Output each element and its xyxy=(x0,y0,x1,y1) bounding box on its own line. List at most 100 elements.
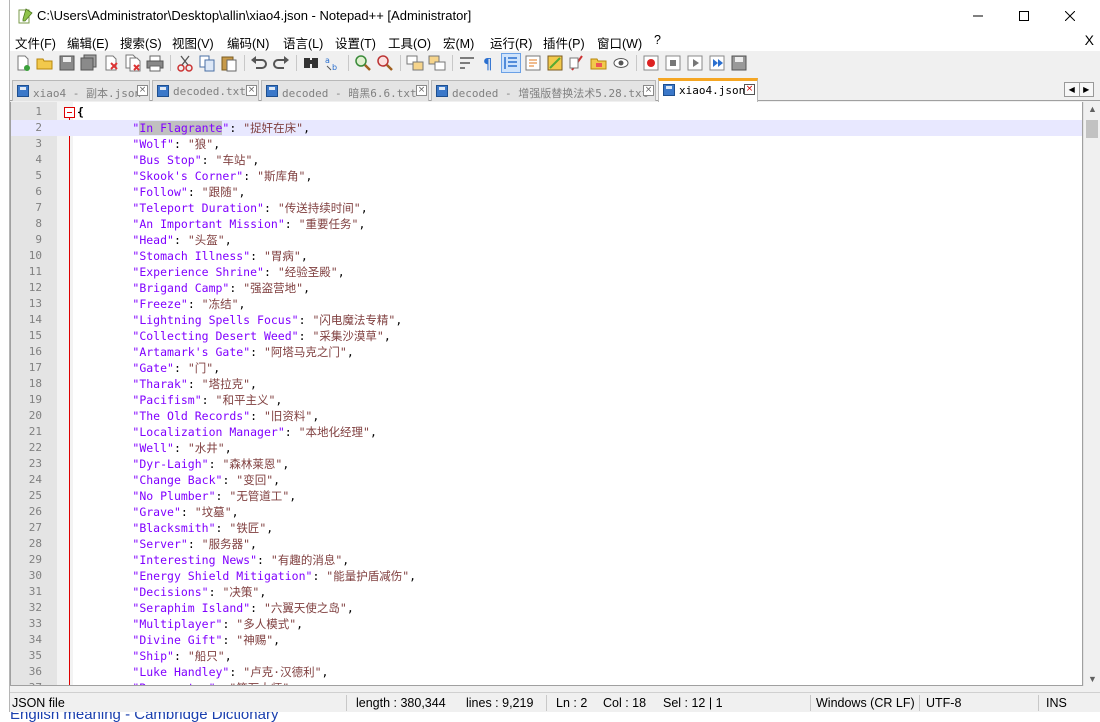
indent-guide-icon[interactable] xyxy=(501,53,521,73)
tab-scroll-left-icon[interactable]: ◀ xyxy=(1065,83,1079,96)
json-value: 铁匠 xyxy=(236,521,260,535)
menu-edit[interactable]: 编辑(E) xyxy=(67,33,109,52)
line-number: 8 xyxy=(35,217,42,230)
menu-window[interactable]: 窗口(W) xyxy=(597,33,642,52)
json-key: In Flagrante xyxy=(139,121,223,135)
print-icon[interactable] xyxy=(146,54,164,72)
status-line: Ln : 2 xyxy=(556,696,588,710)
user-language-icon[interactable] xyxy=(524,54,542,72)
code-text: "Ship": "船只", xyxy=(132,649,232,663)
menu-encoding[interactable]: 编码(N) xyxy=(227,33,269,52)
play-macro-icon[interactable] xyxy=(686,54,704,72)
close-all-icon[interactable] xyxy=(124,54,142,72)
menu-search[interactable]: 搜索(S) xyxy=(120,33,162,52)
code-text: "Gate": "门", xyxy=(132,361,221,375)
monitoring-icon[interactable] xyxy=(612,54,630,72)
close-button[interactable] xyxy=(1047,0,1093,31)
status-separator xyxy=(919,695,920,711)
close-file-icon[interactable] xyxy=(102,54,120,72)
menu-run[interactable]: 运行(R) xyxy=(490,33,532,52)
maximize-icon xyxy=(1019,10,1029,21)
close-document-button[interactable]: X xyxy=(1085,32,1094,48)
show-all-chars-icon[interactable]: ¶ xyxy=(480,54,498,72)
maximize-button[interactable] xyxy=(1001,0,1047,31)
folder-workspace-icon[interactable] xyxy=(590,54,608,72)
tab-decoded-dark[interactable]: decoded - 暗黑6.6.txt × xyxy=(261,80,429,101)
save-all-icon[interactable] xyxy=(80,54,98,72)
menu-plugins[interactable]: 插件(P) xyxy=(543,33,585,52)
copy-icon[interactable] xyxy=(198,54,216,72)
json-value: 阿塔马克之门 xyxy=(270,345,340,359)
function-list-icon[interactable] xyxy=(568,54,586,72)
tab-scroll-right-icon[interactable]: ▶ xyxy=(1078,83,1094,96)
status-lines: lines : 9,219 xyxy=(466,696,534,710)
json-value: 采集沙漠草 xyxy=(319,329,377,343)
cut-icon[interactable] xyxy=(176,54,194,72)
editor-line: 36 "Luke Handley": "卢克·汉德利", xyxy=(11,664,1082,680)
minimize-button[interactable] xyxy=(955,0,1001,31)
json-key: Lightning Spells Focus xyxy=(139,313,292,327)
menu-macro[interactable]: 宏(M) xyxy=(443,33,474,52)
paste-icon[interactable] xyxy=(220,54,238,72)
scroll-up-arrow-icon[interactable]: ▲ xyxy=(1088,104,1097,114)
word-wrap-icon[interactable] xyxy=(458,54,476,72)
vertical-scrollbar[interactable]: ▲ ▼ xyxy=(1083,102,1100,686)
new-file-icon[interactable] xyxy=(14,54,32,72)
tab-xiao4-copy[interactable]: xiao4 - 副本.json × xyxy=(12,80,150,101)
menu-settings[interactable]: 设置(T) xyxy=(335,33,376,52)
tab-decoded-enhanced[interactable]: decoded - 增强版替换法术5.28.txt × xyxy=(431,80,656,101)
json-key: Head xyxy=(139,233,168,247)
tab-label: xiao4.json xyxy=(679,84,746,97)
line-number: 7 xyxy=(35,201,42,214)
record-macro-icon[interactable] xyxy=(642,54,660,72)
tab-close-icon[interactable]: × xyxy=(137,85,148,96)
tab-close-icon[interactable]: × xyxy=(416,85,427,96)
menu-view[interactable]: 视图(V) xyxy=(172,33,214,52)
menu-language[interactable]: 语言(L) xyxy=(283,33,323,52)
menu-bar: 文件(F) 编辑(E) 搜索(S) 视图(V) 编码(N) 语言(L) 设置(T… xyxy=(10,31,1100,51)
status-encoding: UTF-8 xyxy=(926,696,962,710)
tab-decoded[interactable]: decoded.txt × xyxy=(152,80,259,101)
sync-horizontal-icon[interactable] xyxy=(428,54,446,72)
tab-close-icon[interactable]: × xyxy=(643,85,654,96)
find-icon[interactable] xyxy=(302,54,320,72)
json-key: Ship xyxy=(139,649,168,663)
sync-vertical-icon[interactable] xyxy=(406,54,424,72)
code-text: "Dyr-Laigh": "森林莱恩", xyxy=(132,457,290,471)
document-map-icon[interactable] xyxy=(546,54,564,72)
json-value: 经验圣殿 xyxy=(284,265,331,279)
code-text: "Bus Stop": "车站", xyxy=(132,153,260,167)
tab-close-icon[interactable]: × xyxy=(744,84,755,95)
code-text: "The Old Records": "旧资料", xyxy=(132,409,320,423)
line-number: 23 xyxy=(28,457,42,470)
text-editor[interactable]: 1{2 "In Flagrante": "捉奸在床", 3 "Wolf": "狼"… xyxy=(10,102,1083,686)
tab-label: decoded - 增强版替换法术5.28.txt xyxy=(452,87,649,100)
tab-xiao4-json[interactable]: xiao4.json × xyxy=(658,78,758,102)
run-macro-multiple-icon[interactable] xyxy=(708,54,726,72)
menu-tools[interactable]: 工具(O) xyxy=(388,33,431,52)
status-separator xyxy=(1038,695,1039,711)
scroll-down-arrow-icon[interactable]: ▼ xyxy=(1088,674,1097,684)
zoom-in-icon[interactable] xyxy=(354,54,372,72)
stop-macro-icon[interactable] xyxy=(664,54,682,72)
json-key: Pacifism xyxy=(139,393,195,407)
status-separator xyxy=(346,695,347,711)
save-icon[interactable] xyxy=(58,54,76,72)
code-text: { xyxy=(77,104,84,120)
undo-icon[interactable] xyxy=(250,54,268,72)
replace-icon[interactable]: ab xyxy=(324,54,342,72)
menu-file[interactable]: 文件(F) xyxy=(15,33,56,52)
tab-close-icon[interactable]: × xyxy=(246,85,257,96)
open-file-icon[interactable] xyxy=(36,54,54,72)
code-text: "Freeze": "冻结", xyxy=(132,297,246,311)
toolbar-separator xyxy=(452,55,453,71)
json-key: Artamark's Gate xyxy=(139,345,244,359)
notepadpp-window: C:\Users\Administrator\Desktop\allin\xia… xyxy=(9,0,1100,712)
line-number: 36 xyxy=(28,665,42,678)
line-number: 22 xyxy=(28,441,42,454)
menu-help[interactable]: ? xyxy=(654,33,661,47)
redo-icon[interactable] xyxy=(272,54,290,72)
scrollbar-thumb[interactable] xyxy=(1086,120,1098,138)
save-macro-icon[interactable] xyxy=(730,54,748,72)
zoom-out-icon[interactable] xyxy=(376,54,394,72)
